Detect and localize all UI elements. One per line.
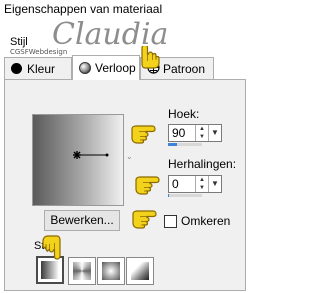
angle-label: Hoek:: [168, 107, 200, 121]
radial-gradient-icon: [73, 262, 91, 280]
tab-kleur-label: Kleur: [27, 61, 56, 76]
pointing-hand-icon: [141, 46, 160, 69]
repeats-spinbox[interactable]: 0 ▲ ▼ ▼: [168, 175, 222, 193]
style-circular-button[interactable]: [97, 257, 125, 285]
pointing-hand-icon: [132, 210, 157, 229]
tab-kleur[interactable]: Kleur: [4, 57, 72, 79]
angle-dropdown-icon[interactable]: ▼: [208, 125, 221, 141]
invert-label[interactable]: Omkeren: [181, 214, 230, 228]
style-radial-button[interactable]: [68, 257, 96, 285]
invert-checkbox[interactable]: [164, 215, 177, 228]
tab-verloop-label: Verloop: [95, 61, 136, 75]
style-label-top: Stijl: [10, 36, 28, 48]
preview-chevron-icon[interactable]: ⌄: [126, 152, 133, 161]
gradient-dot-icon: [79, 62, 91, 74]
pointing-hand-icon: [42, 235, 61, 260]
gradient-preview[interactable]: [32, 114, 124, 206]
black-dot-icon: [11, 63, 22, 74]
repeats-spin-arrows[interactable]: ▲ ▼: [195, 176, 208, 192]
repeats-slider-fill: [168, 194, 170, 197]
circular-gradient-icon: [102, 262, 120, 280]
repeats-value[interactable]: 0: [169, 176, 195, 192]
repeats-slider[interactable]: [168, 194, 202, 197]
linear-gradient-icon: [41, 261, 59, 279]
edit-button[interactable]: Bewerken...: [44, 210, 120, 231]
rectangular-gradient-icon: [131, 262, 149, 280]
tab-verloop[interactable]: Verloop: [72, 55, 140, 80]
style-rectangular-button[interactable]: [126, 257, 154, 285]
pointing-hand-icon: [135, 176, 160, 195]
tab-patroon-label: Patroon: [163, 61, 206, 76]
repeats-label: Herhalingen:: [168, 157, 237, 171]
watermark-small-text: CGSFWebdesign: [10, 48, 68, 56]
angle-spinbox[interactable]: 90 ▲ ▼ ▼: [168, 124, 222, 142]
angle-spin-arrows[interactable]: ▲ ▼: [195, 125, 208, 141]
pointing-hand-icon: [131, 125, 156, 144]
angle-value[interactable]: 90: [169, 125, 195, 141]
angle-slider[interactable]: [168, 143, 202, 146]
repeats-dropdown-icon[interactable]: ▼: [208, 176, 221, 192]
angle-slider-fill: [168, 143, 177, 146]
